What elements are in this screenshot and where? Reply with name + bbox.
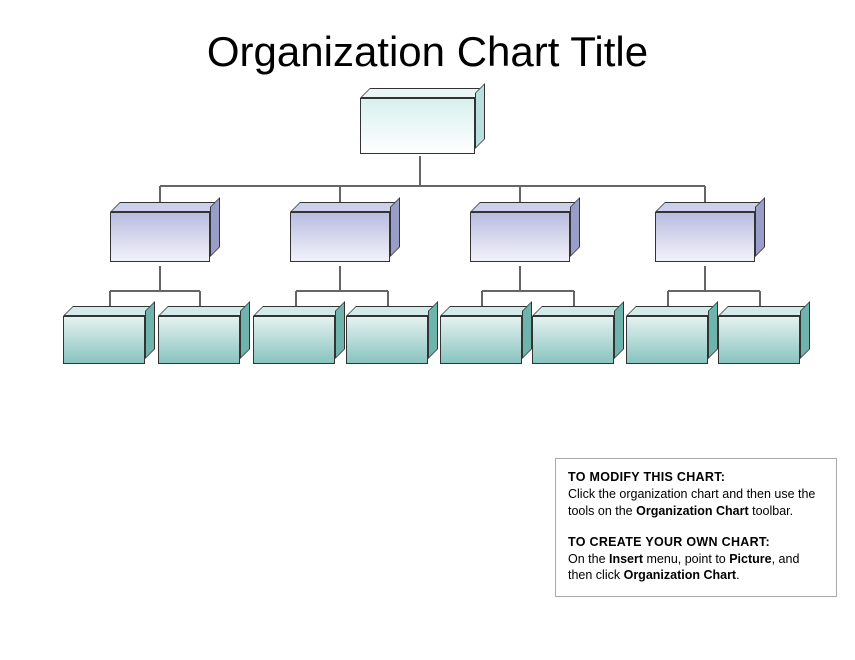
- help-text-box[interactable]: TO MODIFY THIS CHART: Click the organiza…: [555, 458, 837, 597]
- chart-title[interactable]: Organization Chart Title: [0, 28, 855, 76]
- help-create: TO CREATE YOUR OWN CHART: On the Insert …: [568, 534, 824, 585]
- org-node-l2-1[interactable]: [110, 212, 210, 262]
- org-node-l3-2[interactable]: [158, 316, 240, 364]
- org-node-l3-6[interactable]: [532, 316, 614, 364]
- org-node-l3-7[interactable]: [626, 316, 708, 364]
- help-create-heading: TO CREATE YOUR OWN CHART:: [568, 535, 770, 549]
- help-modify-heading: TO MODIFY THIS CHART:: [568, 470, 725, 484]
- org-node-l3-3[interactable]: [253, 316, 335, 364]
- org-chart[interactable]: [0, 86, 855, 406]
- org-node-l2-3[interactable]: [470, 212, 570, 262]
- org-node-l3-1[interactable]: [63, 316, 145, 364]
- org-node-l3-5[interactable]: [440, 316, 522, 364]
- org-node-l3-8[interactable]: [718, 316, 800, 364]
- org-node-l2-2[interactable]: [290, 212, 390, 262]
- help-modify: TO MODIFY THIS CHART: Click the organiza…: [568, 469, 824, 520]
- org-node-l2-4[interactable]: [655, 212, 755, 262]
- org-node-root[interactable]: [360, 98, 475, 154]
- org-node-l3-4[interactable]: [346, 316, 428, 364]
